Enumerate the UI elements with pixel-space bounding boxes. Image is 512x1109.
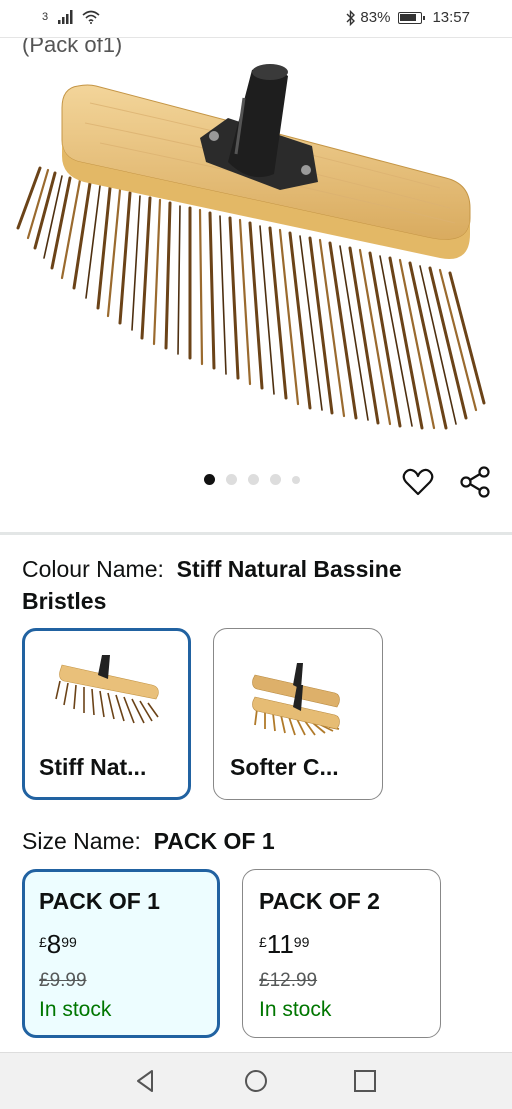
system-nav-bar — [0, 1052, 512, 1109]
section-divider — [0, 532, 512, 535]
size-option-pack-of-1[interactable]: PACK OF 1 £ 8 99 £9.99 In stock — [22, 869, 220, 1038]
carousel-dot — [270, 474, 281, 485]
product-image-carousel[interactable]: (Pack of1) — [0, 38, 512, 533]
colour-option-stiff[interactable]: Stiff Nat... — [22, 628, 191, 800]
colour-option-label: Softer C... — [230, 754, 339, 780]
colour-option-label: Stiff Nat... — [39, 754, 147, 780]
battery-percent: 83% — [360, 9, 391, 26]
carousel-dot — [204, 474, 215, 485]
status-right: 83% 13:57 — [346, 9, 470, 26]
size-heading: Size Name: PACK OF 1 — [22, 825, 275, 857]
pack-caption: (Pack of1) — [22, 38, 123, 57]
colour-heading: Colour Name: Stiff Natural Bassine Brist… — [22, 553, 492, 617]
price-whole: 8 — [46, 929, 62, 959]
price-fraction: 99 — [293, 934, 310, 950]
colour-thumb — [25, 651, 188, 751]
size-option-stock: In stock — [259, 998, 332, 1021]
share-icon[interactable] — [458, 466, 492, 498]
carousel-dots — [204, 474, 300, 485]
size-option-stock: In stock — [39, 998, 112, 1021]
colour-option-softer[interactable]: Softer C... — [213, 628, 383, 800]
size-option-was-price: £9.99 — [39, 970, 87, 991]
size-option-price: £ 11 99 — [259, 930, 309, 958]
size-option-title: PACK OF 2 — [259, 888, 380, 914]
size-option-pack-of-2[interactable]: PACK OF 2 £ 11 99 £12.99 In stock — [242, 869, 441, 1038]
size-option-price: £ 8 99 — [39, 930, 77, 958]
colour-thumb — [214, 649, 382, 749]
size-option-title: PACK OF 1 — [39, 888, 160, 914]
sim-indicator: 3 — [42, 11, 49, 23]
recents-icon[interactable] — [351, 1067, 379, 1095]
status-bar: 3 83% 13:57 — [0, 0, 512, 38]
signal-icon — [58, 10, 73, 24]
size-heading-label: Size Name: — [22, 828, 141, 854]
price-fraction: 99 — [61, 934, 77, 950]
carousel-dot — [226, 474, 237, 485]
bluetooth-icon — [346, 9, 356, 26]
broom-image — [16, 64, 486, 430]
battery-icon — [398, 11, 426, 24]
home-icon[interactable] — [242, 1067, 270, 1095]
broom-pair-thumb-image — [252, 663, 340, 736]
size-heading-value: PACK OF 1 — [153, 828, 275, 854]
broom-thumb-image — [54, 655, 159, 724]
clock: 13:57 — [432, 9, 470, 26]
carousel-dot — [248, 474, 259, 485]
price-whole: 11 — [266, 929, 294, 959]
colour-heading-label: Colour Name: — [22, 556, 164, 582]
heart-icon[interactable] — [402, 466, 434, 498]
back-icon[interactable] — [132, 1067, 160, 1095]
size-option-was-price: £12.99 — [259, 970, 318, 991]
price-currency: £ — [259, 934, 267, 950]
status-left: 3 — [42, 10, 100, 24]
carousel-dot — [292, 475, 300, 484]
price-currency: £ — [39, 934, 47, 950]
wifi-icon — [82, 10, 100, 24]
